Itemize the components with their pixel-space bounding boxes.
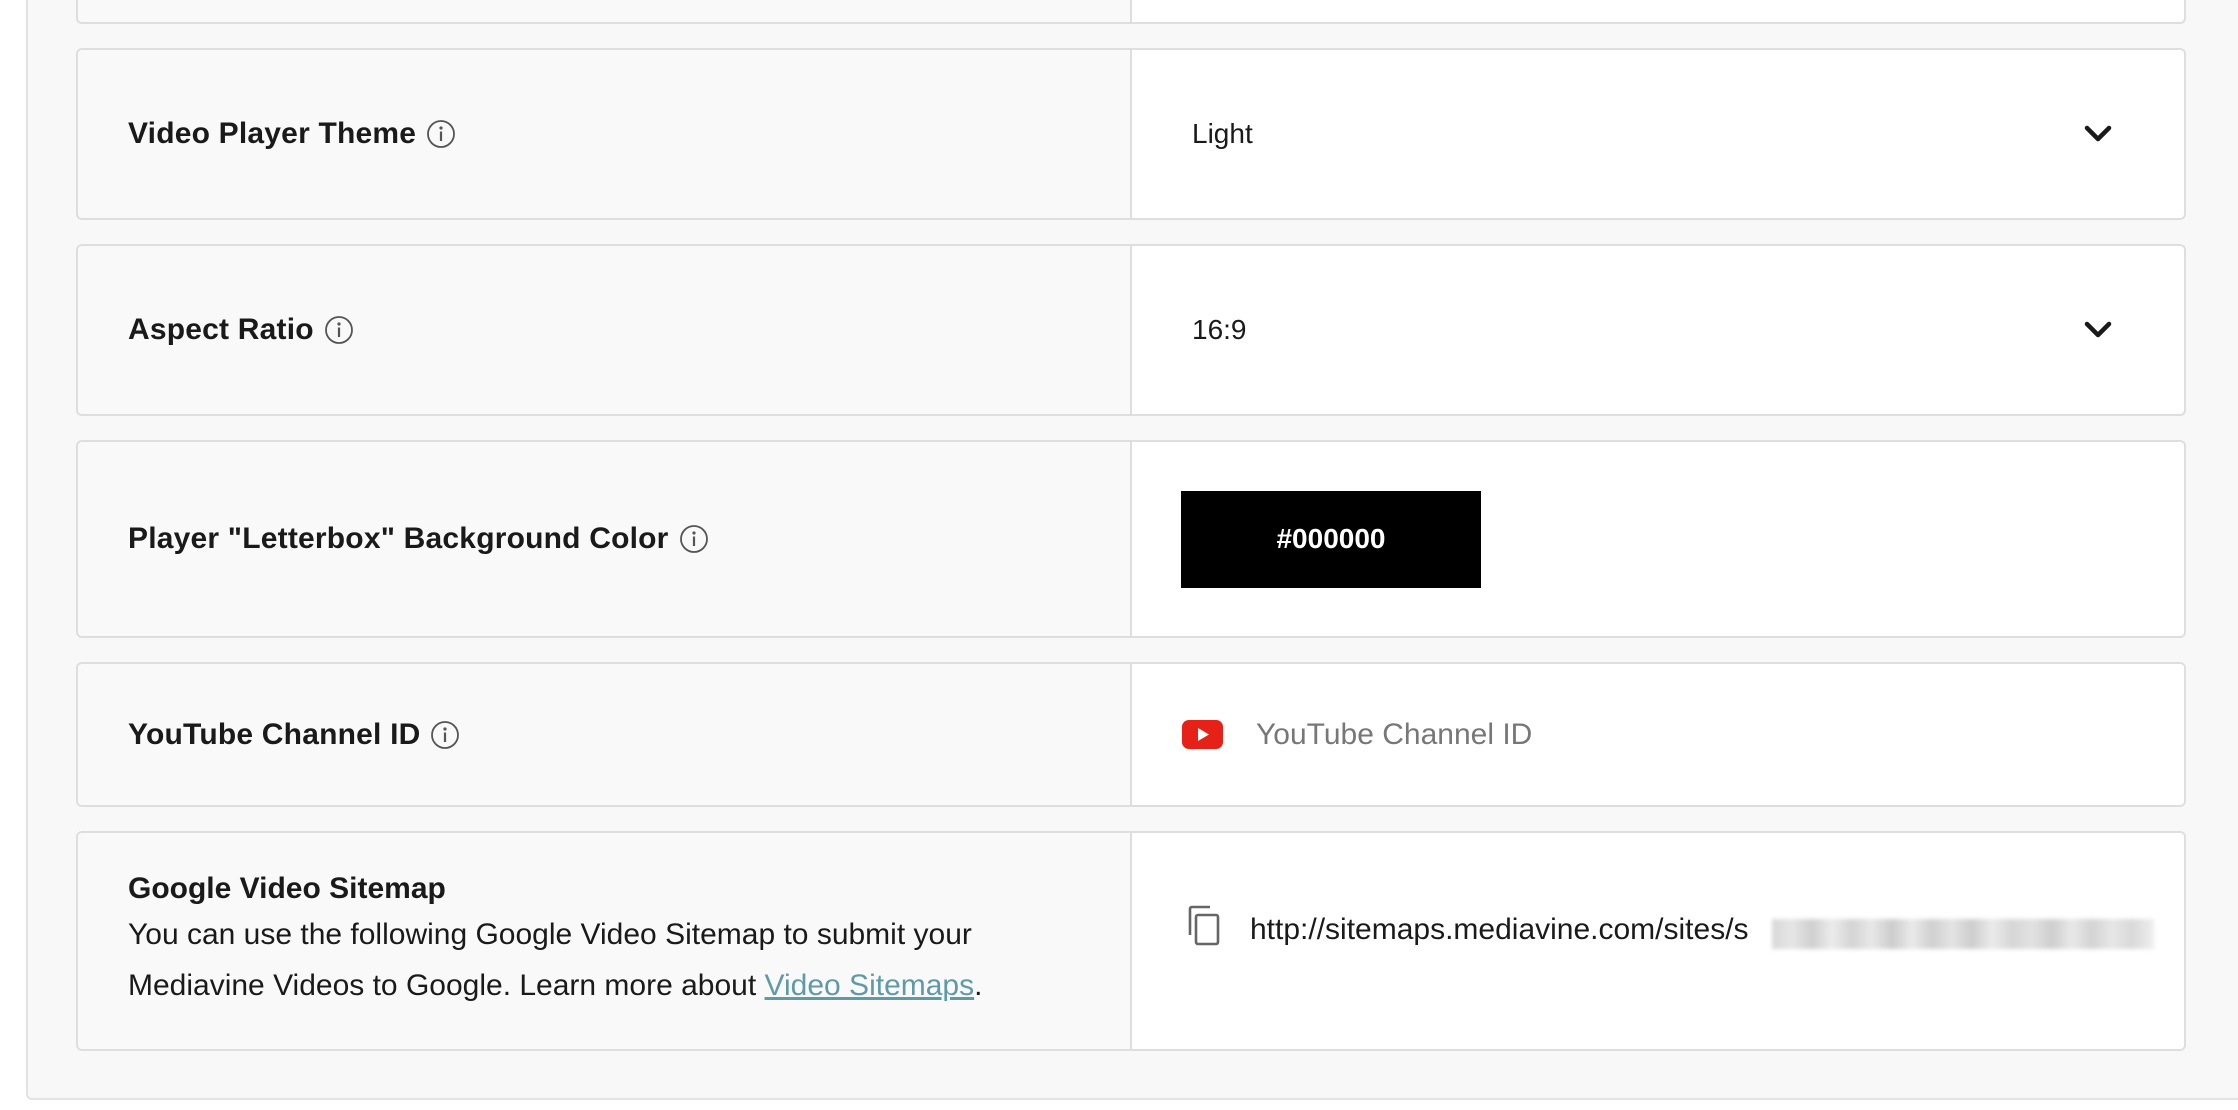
letterbox-color-label: Player "Letterbox" Background Color [128, 522, 709, 556]
chevron-down-icon [2084, 125, 2112, 142]
settings-row-label-cell: Aspect Ratio [78, 246, 1132, 414]
settings-row-value-cell [1132, 0, 2184, 22]
youtube-channel-label: YouTube Channel ID [128, 718, 460, 752]
settings-row-label-cell [78, 0, 1132, 22]
color-value: #000000 [1276, 523, 1386, 554]
aspect-ratio-label: Aspect Ratio [128, 313, 354, 347]
settings-row-value-cell: http://sitemaps.mediavine.com/sites/s [1132, 833, 2184, 1049]
settings-row-google-video-sitemap: Google Video Sitemap You can use the fol… [76, 831, 2186, 1051]
video-player-theme-label-text: Video Player Theme [128, 117, 417, 150]
aspect-ratio-select[interactable]: 16:9 [1132, 246, 2184, 414]
settings-row-letterbox-color: Player "Letterbox" Background Color #000… [76, 440, 2186, 638]
settings-row-label-cell: YouTube Channel ID [78, 664, 1132, 805]
sitemap-title: Google Video Sitemap [128, 872, 446, 905]
settings-row-value-cell [1132, 664, 2184, 805]
color-picker-swatch[interactable]: #000000 [1181, 490, 1481, 588]
video-player-theme-select[interactable]: Light [1132, 50, 2184, 218]
settings-row-label-cell: Player "Letterbox" Background Color [78, 442, 1132, 636]
settings-row-aspect-ratio: Aspect Ratio 16:9 [76, 244, 2186, 416]
youtube-channel-input[interactable] [1254, 716, 2058, 753]
redacted-url-segment [1772, 919, 2154, 949]
settings-row-label-cell: Video Player Theme [78, 50, 1132, 218]
sitemap-url[interactable]: http://sitemaps.mediavine.com/sites/s [1250, 913, 1749, 947]
settings-row-youtube-channel: YouTube Channel ID [76, 662, 2186, 807]
settings-row-previous [76, 0, 2186, 24]
settings-row-video-player-theme: Video Player Theme Light [76, 48, 2186, 220]
settings-row-label-cell: Google Video Sitemap You can use the fol… [78, 833, 1132, 1049]
info-icon[interactable] [430, 720, 460, 750]
video-player-theme-label: Video Player Theme [128, 117, 456, 151]
aspect-ratio-value: 16:9 [1192, 314, 1247, 345]
sitemap-description: You can use the following Google Video S… [128, 909, 1088, 1011]
info-icon[interactable] [426, 119, 456, 149]
video-sitemaps-link[interactable]: Video Sitemaps [765, 969, 975, 1002]
youtube-channel-label-text: YouTube Channel ID [128, 717, 421, 751]
info-icon[interactable] [324, 315, 354, 345]
sitemap-description-trailing: . [974, 969, 983, 1002]
aspect-ratio-label-text: Aspect Ratio [128, 313, 314, 346]
settings-row-value-cell: #000000 [1132, 442, 2184, 636]
letterbox-color-label-text: Player "Letterbox" Background Color [128, 522, 669, 555]
youtube-icon [1182, 720, 1223, 749]
chevron-down-icon [2084, 321, 2112, 338]
video-player-theme-value: Light [1192, 118, 1253, 149]
copy-icon[interactable] [1184, 905, 1222, 947]
info-icon[interactable] [679, 524, 709, 554]
